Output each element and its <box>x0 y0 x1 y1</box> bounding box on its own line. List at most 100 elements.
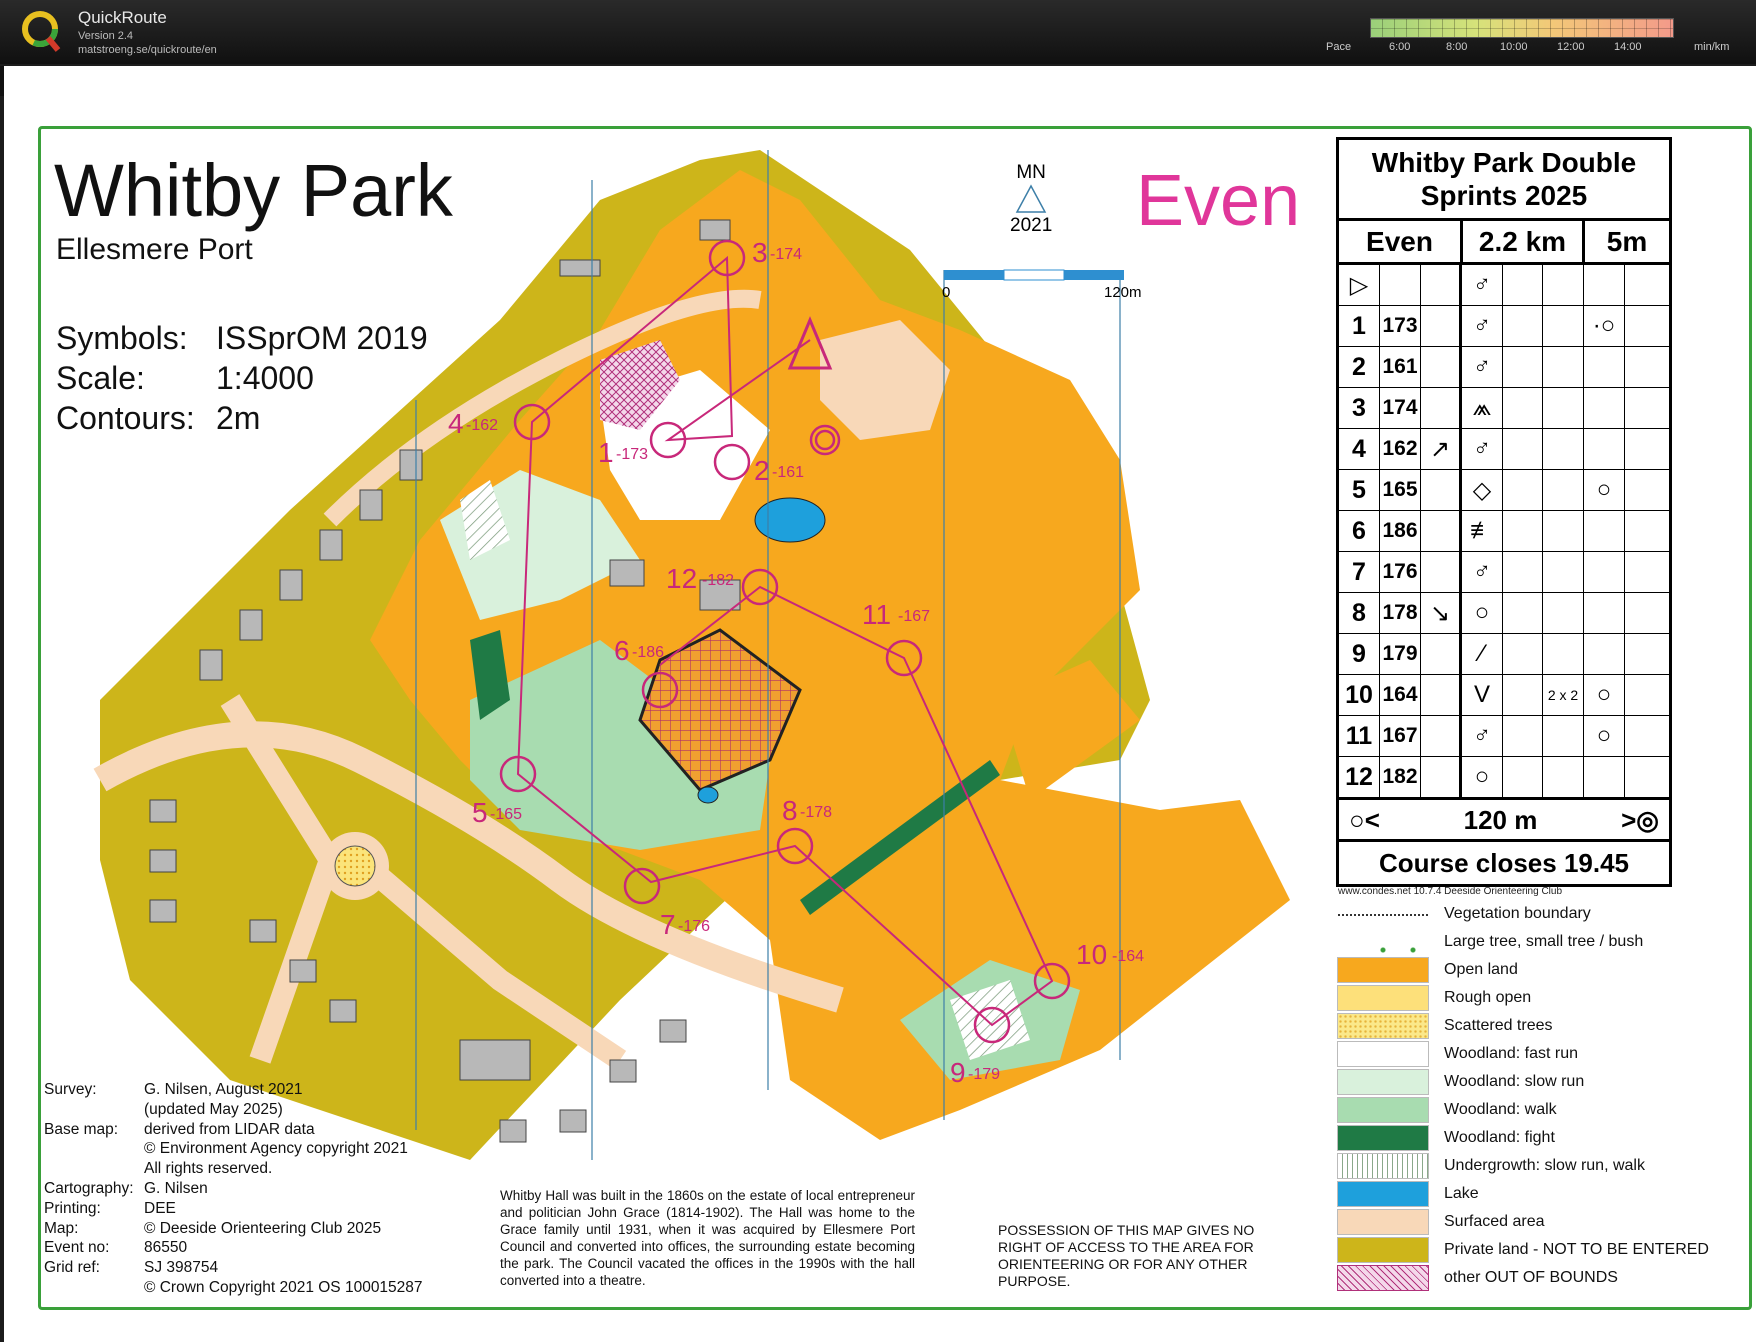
control-code: -174 <box>770 246 802 263</box>
card-control-row: 2 161 ♂ <box>1339 347 1669 388</box>
north-arrow: MN 2021 <box>1010 162 1052 237</box>
cell-empty <box>1625 716 1669 756</box>
direction-icon: ↘ <box>1421 593 1462 633</box>
legend-item: Woodland: slow run <box>1337 1068 1738 1096</box>
legend-item: Rough open <box>1337 984 1738 1012</box>
feature-icon: ♂ <box>1462 552 1503 592</box>
control-code: -161 <box>772 464 804 481</box>
location-icon <box>1584 511 1625 551</box>
software-credit: www.condes.net 10.7.4 Deeside Orienteeri… <box>1338 886 1563 897</box>
credit-value: All rights reserved. <box>144 1160 273 1178</box>
direction-icon <box>1421 552 1462 592</box>
dimension <box>1543 716 1584 756</box>
dimension <box>1543 347 1584 387</box>
control-number: 5 <box>472 797 488 828</box>
info-value: 2m <box>216 400 261 436</box>
credit-line: Survey: G. Nilsen, August 2021 <box>44 1080 423 1100</box>
cell-empty <box>1503 634 1543 674</box>
north-arrow-icon <box>1015 184 1047 213</box>
legend-item: Open land <box>1337 956 1738 984</box>
legend-item: Lake <box>1337 1180 1738 1208</box>
legend-item: Undergrowth: slow run, walk <box>1337 1152 1738 1180</box>
location-icon <box>1584 757 1625 797</box>
cell-empty <box>1625 593 1669 633</box>
cell-empty <box>1503 347 1543 387</box>
info-label: Symbols: <box>56 320 188 356</box>
control-number: 9 <box>1339 634 1380 674</box>
control-number: 12 <box>666 563 697 594</box>
credit-label: Map: <box>44 1219 79 1237</box>
legend-item: Woodland: fight <box>1337 1124 1738 1152</box>
direction-icon <box>1421 347 1462 387</box>
lake <box>754 497 826 543</box>
direction-icon <box>1421 757 1462 797</box>
feature-icon: ○ <box>1462 593 1503 633</box>
legend-label: Woodland: fight <box>1444 1129 1555 1146</box>
credit-line: Printing: DEE <box>44 1199 423 1219</box>
card-climb: 5m <box>1606 225 1648 257</box>
cell-empty <box>1503 716 1543 756</box>
credit-line: Base map: derived from LIDAR data <box>44 1120 423 1140</box>
control-number: 12 <box>1339 757 1380 797</box>
legend-label: Rough open <box>1444 989 1532 1006</box>
legend-label: Woodland: fast run <box>1444 1045 1579 1062</box>
control-number: 3 <box>752 237 768 268</box>
control-code: -167 <box>898 608 930 625</box>
credit-value: © Environment Agency copyright 2021 <box>144 1140 408 1158</box>
control-number: 11 <box>1339 716 1380 756</box>
card-control-row: 5 165 ◇ ○ <box>1339 470 1669 511</box>
finish-start-icon: ○< <box>1349 804 1380 835</box>
legend-swatch <box>1338 902 1428 916</box>
control-code: 173 <box>1380 306 1421 346</box>
cell-empty <box>1503 593 1543 633</box>
legend-label: Undergrowth: slow run, walk <box>1444 1157 1645 1174</box>
info-value: 1:4000 <box>216 360 314 396</box>
credit-value: DEE <box>144 1199 176 1217</box>
control-code: 165 <box>1380 470 1421 510</box>
control-code: 186 <box>1380 511 1421 551</box>
location-icon: ○ <box>1584 716 1625 756</box>
control-code: -179 <box>968 1066 1000 1083</box>
credit-line: Cartography: G. Nilsen <box>44 1179 423 1199</box>
card-title: Whitby Park Double Sprints 2025 <box>1339 140 1669 221</box>
card-control-row: 6 186 ≢ <box>1339 511 1669 552</box>
location-icon: ○ <box>1584 470 1625 510</box>
scale-bar: 0 120m <box>942 268 1142 301</box>
card-start-row: ▷ ♂ <box>1339 265 1669 306</box>
north-label: MN <box>1016 162 1046 183</box>
cell-empty <box>1503 470 1543 510</box>
cell-empty <box>1625 470 1669 510</box>
history-text: Whitby Hall was built in the 1860s on th… <box>500 1188 915 1288</box>
legend-item: Woodland: fast run <box>1337 1040 1738 1068</box>
info-label: Contours: <box>56 400 195 436</box>
feature-icon: ○ <box>1462 757 1503 797</box>
control-number: 6 <box>614 635 630 666</box>
control-number: 4 <box>448 408 464 439</box>
scale-end: 120m <box>1104 284 1142 301</box>
north-year: 2021 <box>1010 215 1053 236</box>
dimension <box>1543 593 1584 633</box>
control-code: -173 <box>616 446 648 463</box>
feature-icon: ♂ <box>1462 347 1503 387</box>
control-description-card: Whitby Park Double Sprints 2025 Even 2.2… <box>1336 137 1672 843</box>
credit-line: © Crown Copyright 2021 OS 100015287 <box>44 1278 423 1298</box>
credit-label: Base map: <box>44 1120 119 1138</box>
card-control-row: 1 173 ♂ ·○ <box>1339 306 1669 347</box>
credit-line: Event no: 86550 <box>44 1238 423 1258</box>
card-control-row: 7 176 ♂ <box>1339 552 1669 593</box>
card-title-line: Whitby Park Double <box>1371 147 1637 178</box>
credit-value: © Crown Copyright 2021 OS 100015287 <box>144 1278 423 1296</box>
credit-label: Grid ref: <box>44 1259 100 1277</box>
control-number: 11 <box>862 599 891 630</box>
feature-icon: ♂ <box>1462 429 1503 469</box>
legend-swatch <box>1338 930 1428 954</box>
control-number: 2 <box>754 455 770 486</box>
direction-icon: ↗ <box>1421 429 1462 469</box>
tree-icon: ♂ <box>1462 265 1503 305</box>
legend-label: Surfaced area <box>1444 1213 1545 1230</box>
location-icon <box>1584 593 1625 633</box>
control-number: 1 <box>1339 306 1380 346</box>
control-number: 9 <box>950 1057 966 1088</box>
control-number: 8 <box>1339 593 1380 633</box>
legend-item: Surfaced area <box>1337 1208 1738 1236</box>
